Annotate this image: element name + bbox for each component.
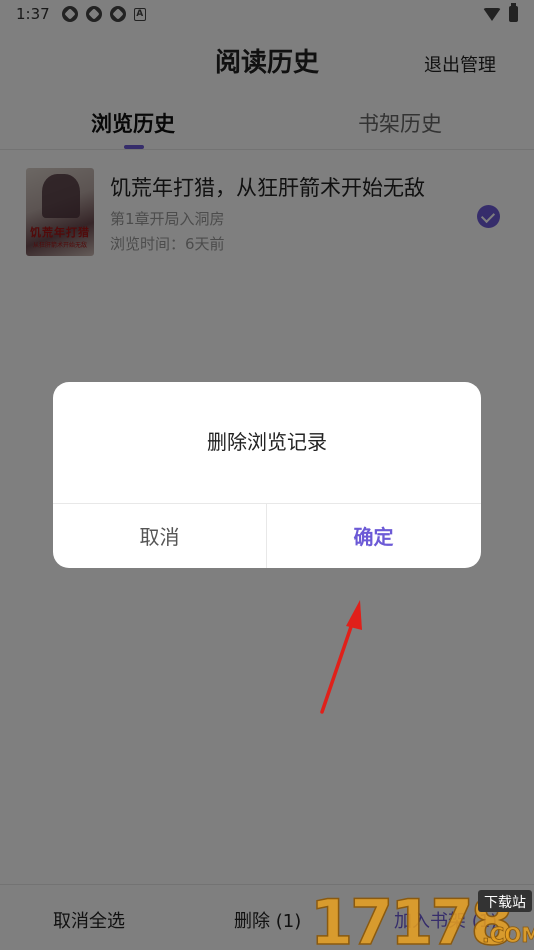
cancel-button[interactable]: 取消 [53,503,266,568]
dialog-title: 删除浏览记录 [207,430,327,454]
site-watermark-logo: 17178 下载站 .COM [309,885,534,950]
svg-text:.COM: .COM [482,923,534,947]
confirm-button[interactable]: 确定 [267,503,480,568]
delete-history-dialog: 删除浏览记录 取消 确定 [53,382,481,568]
svg-text:下载站: 下载站 [484,895,526,911]
